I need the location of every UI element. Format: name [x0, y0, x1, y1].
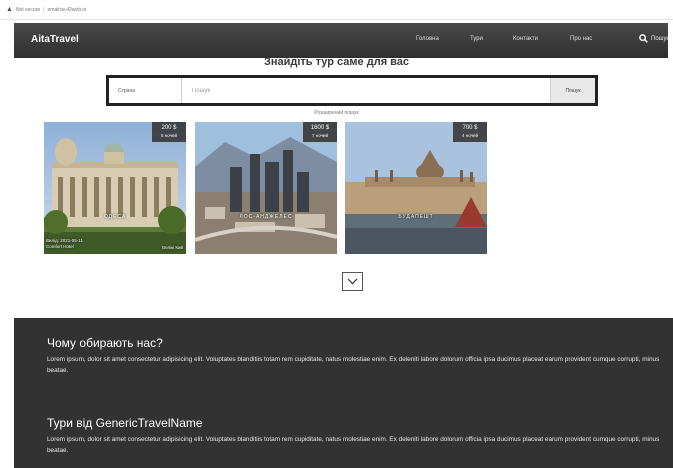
tours-info-text: Lorem ipsum, dolor sit amet consectetur … [47, 436, 660, 454]
top-navbar: AitaTravel Головна Тури Контакти Про нас… [14, 23, 669, 58]
hotel-name: Comfort Hotel [46, 244, 74, 249]
advanced-search-link[interactable]: Розширений пошук [0, 110, 673, 116]
nav-link-tours[interactable]: Тури [470, 36, 483, 42]
tour-meta: Вилід: 2021-05-11 Comfort Hotel [46, 238, 83, 250]
tour-card[interactable]: 700 $ 4 ночей БУДАПЕШТ [345, 122, 487, 254]
about-section: Чому обирають нас? Lorem ipsum, dolor si… [14, 318, 673, 468]
tour-city: ЛОС-АНДЖЕЛЕС [239, 214, 293, 220]
nav-link-about[interactable]: Про нас [570, 36, 592, 42]
tour-city: БУДАПЕШТ [398, 214, 434, 220]
search-input[interactable] [182, 78, 550, 103]
site-logo[interactable]: AitaTravel [31, 34, 79, 45]
why-us-title: Чому обирають нас? [47, 336, 163, 350]
search-icon [639, 34, 648, 43]
country-select[interactable]: Страна [109, 78, 182, 103]
warning-icon: ▲ [6, 6, 13, 13]
browser-url-bar[interactable]: ▲ Not secure | emalrav.42web.io [0, 0, 673, 20]
show-more-button[interactable] [342, 272, 363, 291]
price-badge: 1600 $ 7 ночей [303, 122, 337, 142]
search-button[interactable]: Пошук [550, 78, 595, 103]
departure-city: Велікі Кий [162, 245, 183, 250]
nav-link-contacts[interactable]: Контакти [513, 36, 538, 42]
page-title: Знайдіть тур саме для вас [263, 56, 410, 68]
tours-info-title: Тури від GenericTravelName [47, 416, 203, 430]
price-badge: 700 $ 4 ночей [453, 122, 487, 142]
tour-card[interactable]: 200 $ 5 ночей ОДЕСА Вилід: 2021-05-11 Co… [44, 122, 186, 254]
nav-link-home[interactable]: Головна [416, 36, 439, 42]
search-form: Страна Пошук [106, 75, 598, 106]
tour-city: ОДЕСА [103, 214, 127, 220]
why-us-text: Lorem ipsum, dolor sit amet consectetur … [47, 356, 660, 374]
url-text[interactable]: emalrav.42web.io [47, 7, 86, 13]
chevron-down-icon [347, 278, 358, 285]
nights-count: 7 ночей [311, 133, 328, 138]
price-value: 200 $ [161, 125, 177, 131]
nights-count: 4 ночей [461, 133, 478, 138]
url-separator: | [43, 6, 45, 13]
price-value: 1600 $ [310, 125, 330, 131]
nav-search-label: Пошук [651, 35, 670, 42]
nav-search-button[interactable]: Пошук [639, 34, 669, 43]
price-value: 700 $ [462, 125, 478, 131]
tour-card[interactable]: 1600 $ 7 ночей ЛОС-АНДЖЕЛЕС [195, 122, 337, 254]
nights-count: 5 ночей [160, 133, 177, 138]
price-badge: 200 $ 5 ночей [152, 122, 186, 142]
security-label: Not secure [15, 6, 41, 13]
